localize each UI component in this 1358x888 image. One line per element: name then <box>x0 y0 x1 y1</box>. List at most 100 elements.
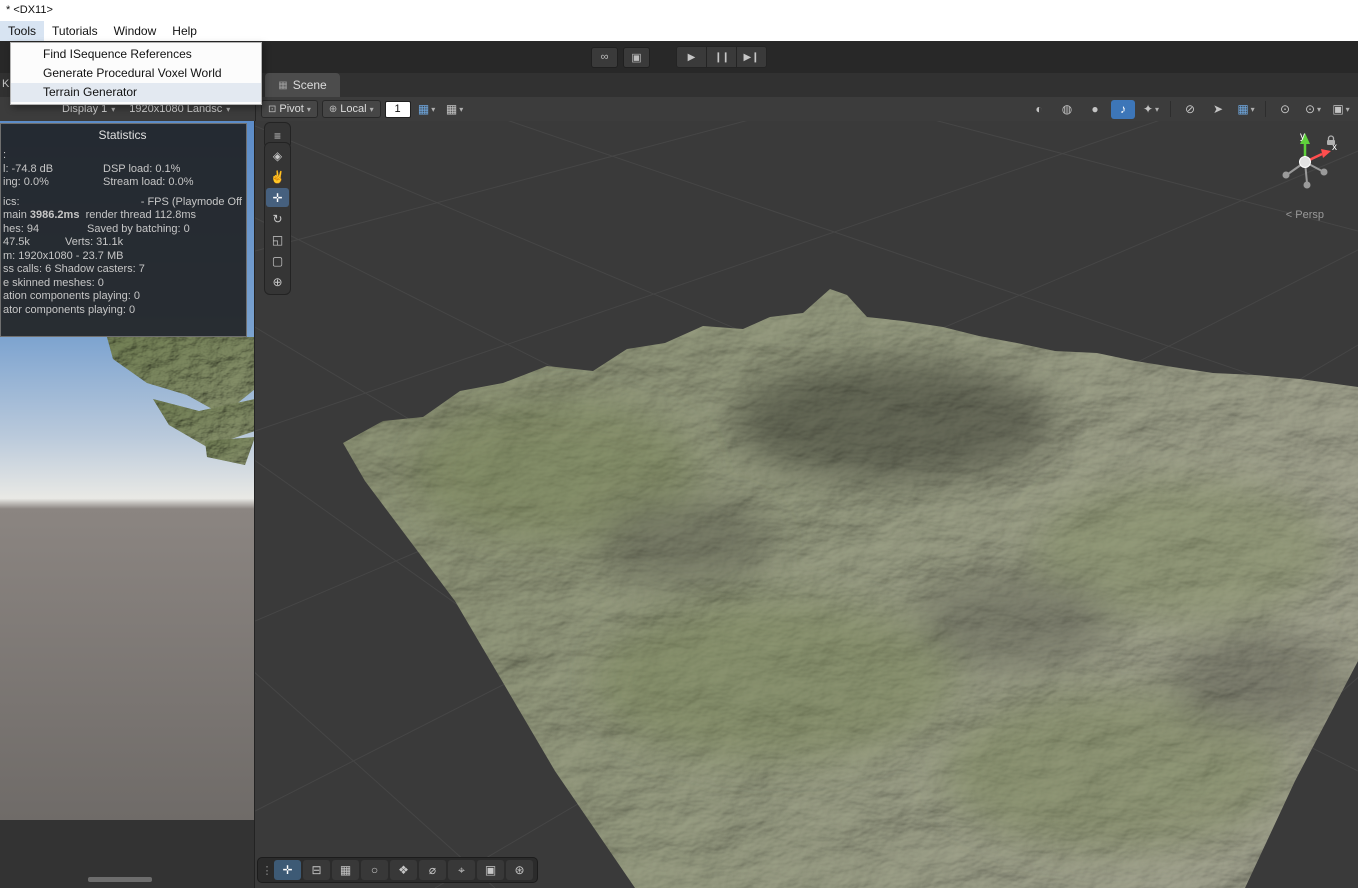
window-title: * <DX11> <box>6 4 53 16</box>
view-tool-button[interactable]: ◈ <box>266 146 289 165</box>
infinity-icon: ∞ <box>601 51 609 63</box>
local-dropdown[interactable]: ⊕ Local ▾ <box>322 100 381 118</box>
pivot-label: Pivot <box>279 103 303 115</box>
increment-snap-button[interactable]: ▦ ▾ <box>443 100 467 119</box>
menu-item-generate-procedural-voxel-world[interactable]: Generate Procedural Voxel World <box>11 64 261 83</box>
camera-speed-icon: ➤ <box>1213 102 1223 116</box>
stat-animator-components: ator components playing: 0 <box>3 304 135 318</box>
y-axis-label: y <box>1300 131 1305 142</box>
menu-item-terrain-generator[interactable]: Terrain Generator <box>11 83 261 102</box>
camera-settings-button[interactable]: ▣ ▾ <box>1329 100 1353 119</box>
horizontal-scrollbar[interactable] <box>88 877 152 882</box>
eye-icon: ⊙ <box>1280 102 1290 116</box>
move-tool-button[interactable]: ✛ <box>266 188 289 207</box>
hamburger-icon: ≡ <box>274 129 281 143</box>
stat-tris: 47.5k <box>3 236 65 250</box>
overlay-move-button[interactable]: ✛ <box>274 860 301 880</box>
lighting-toggle-button[interactable]: ● <box>1083 100 1107 119</box>
stat-fps: - FPS (Playmode Off <box>141 196 242 210</box>
projection-label[interactable]: < Persp <box>1286 209 1324 221</box>
camera-icon: ▣ <box>485 863 496 877</box>
overlay-search-button[interactable]: ⌀ <box>419 860 446 880</box>
transform-tool-button[interactable]: ⊕ <box>266 272 289 291</box>
overlay-sphere-button[interactable]: ○ <box>361 860 388 880</box>
gizmo-center[interactable] <box>1300 157 1311 168</box>
rotate-icon: ↻ <box>272 212 282 226</box>
stat-verts: Verts: 31.1k <box>65 236 123 250</box>
link-toggle-button[interactable]: ∞ <box>591 47 618 68</box>
eye-icon: ⊙ <box>1305 102 1315 116</box>
overlay-navigate-button[interactable]: ⊛ <box>506 860 533 880</box>
overlay-terrain-button[interactable]: ▦ <box>332 860 359 880</box>
hand-tool-button[interactable]: ✌ <box>266 167 289 186</box>
menu-item-find-isequence-references[interactable]: Find ISequence References <box>11 45 261 64</box>
scene-viewport[interactable]: ≡ ◈ ✌ ✛ ↻ ◱ ▢ ⊕ <box>255 121 1358 888</box>
chevron-down-icon: ▾ <box>1317 105 1321 114</box>
effects-dropdown-button[interactable]: ✦ ▾ <box>1139 100 1163 119</box>
stat-cpu-pre: main <box>3 209 30 223</box>
menu-tutorials[interactable]: Tutorials <box>44 21 106 41</box>
globe-icon: ◍ <box>1062 102 1072 116</box>
game-focus-button[interactable]: ▣ <box>623 47 650 68</box>
grid-visibility-button[interactable]: ▦ ▾ <box>1234 100 1258 119</box>
rect-icon: ▢ <box>272 254 283 268</box>
overlay-camera-button[interactable]: ▣ <box>477 860 504 880</box>
scene-render <box>255 121 1358 888</box>
overlay-snap-button[interactable]: ⌖ <box>448 860 475 880</box>
shading-mode-button[interactable]: ◐ <box>1027 100 1051 119</box>
grid-size-input[interactable] <box>385 101 411 118</box>
increment-snap-icon: ▦ <box>446 102 457 116</box>
stat-skinned-meshes: e skinned meshes: 0 <box>3 277 104 291</box>
menu-tools[interactable]: Tools <box>0 21 44 41</box>
2d-view-button[interactable]: ◍ <box>1055 100 1079 119</box>
chevron-down-icon: ▾ <box>1346 105 1350 114</box>
pivot-dropdown[interactable]: ⊡ Pivot ▾ <box>261 100 318 118</box>
hand-icon: ✌ <box>270 170 285 184</box>
gizmos-toggle-button[interactable]: ⊙ <box>1273 100 1297 119</box>
menu-help[interactable]: Help <box>164 21 205 41</box>
lock-icon[interactable] <box>1325 134 1337 146</box>
overlay-paint-button[interactable]: ❖ <box>390 860 417 880</box>
floating-terrain-chunks <box>95 337 255 477</box>
grid-visibility-icon: ▦ <box>1237 102 1248 116</box>
play-button[interactable]: ▶ <box>676 46 707 68</box>
step-button[interactable]: ▶❙ <box>736 46 767 68</box>
chevron-down-icon: ▾ <box>459 105 463 114</box>
drag-handle-icon[interactable]: ⋮ <box>262 864 272 877</box>
menu-bar: Tools Tutorials Window Help <box>0 21 1358 41</box>
rect-tool-button[interactable]: ▢ <box>266 251 289 270</box>
grid-snap-button[interactable]: ▦ ▾ <box>415 100 439 119</box>
play-icon: ▶ <box>688 52 696 63</box>
menu-window[interactable]: Window <box>106 21 165 41</box>
chevron-down-icon: ▾ <box>1251 105 1255 114</box>
move-icon: ✛ <box>282 863 292 877</box>
scale-tool-button[interactable]: ◱ <box>266 230 289 249</box>
stat-animation-components: ation components playing: 0 <box>3 290 140 304</box>
visibility-icon: ⊘ <box>1185 102 1195 116</box>
tab-scene[interactable]: ▦ Scene <box>265 73 340 97</box>
compass-icon: ⊛ <box>514 863 524 877</box>
tools-overlay: ◈ ✌ ✛ ↻ ◱ ▢ ⊕ <box>264 142 291 295</box>
local-label: Local <box>340 103 366 115</box>
pause-button[interactable]: ❙❙ <box>706 46 737 68</box>
overlay-display-button[interactable]: ⊟ <box>303 860 330 880</box>
play-controls: ▶ ❙❙ ▶❙ <box>677 46 767 68</box>
transform-icon: ⊕ <box>272 275 282 289</box>
gizmos-dropdown-button[interactable]: ⊙ ▾ <box>1301 100 1325 119</box>
cube-icon: ◈ <box>273 149 282 163</box>
statistics-title: Statistics <box>3 128 242 142</box>
stat-screen: m: 1920x1080 - 23.7 MB <box>3 250 123 264</box>
chevron-down-icon: ▾ <box>370 105 374 114</box>
tab-scene-label: Scene <box>293 78 327 92</box>
camera-speed-button[interactable]: ➤ <box>1206 100 1230 119</box>
scene-visibility-button[interactable]: ⊘ <box>1178 100 1202 119</box>
magnifier-icon: ⌀ <box>429 863 436 877</box>
grid-icon: ▦ <box>278 80 287 91</box>
audio-toggle-button[interactable]: ♪ <box>1111 100 1135 119</box>
chevron-down-icon: ▾ <box>111 105 115 114</box>
game-panel-footer <box>0 820 255 888</box>
rotate-tool-button[interactable]: ↻ <box>266 209 289 228</box>
stat-setpass: ss calls: 6 Shadow casters: 7 <box>3 263 145 277</box>
sphere-icon: ○ <box>371 863 378 877</box>
stat-cpu-main: 3986.2ms <box>30 209 80 223</box>
